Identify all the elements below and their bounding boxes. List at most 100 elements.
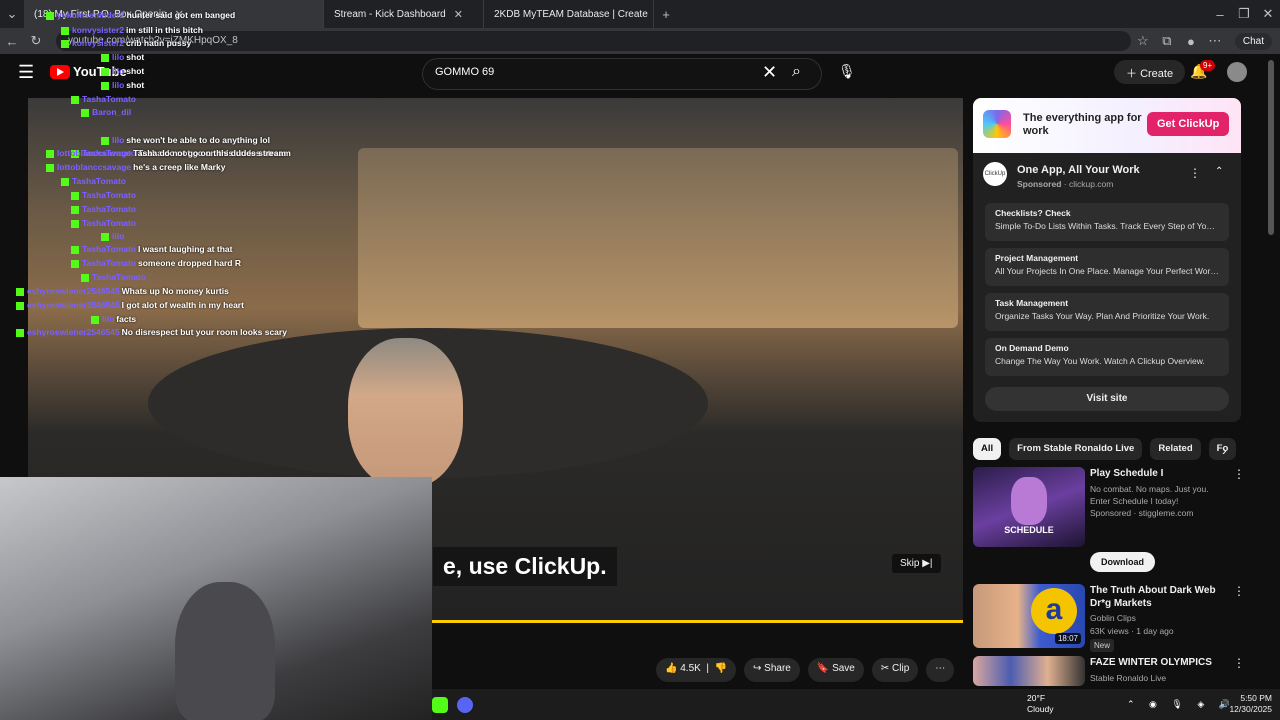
ad-menu-icon[interactable]: ⋮ [1189, 166, 1201, 180]
sponsored-label: Sponsored [1017, 179, 1062, 189]
chat-username: lottoblanccsavage [57, 148, 132, 158]
copilot-chat-button[interactable]: Chat [1234, 32, 1272, 50]
video-thumbnail[interactable] [973, 656, 1085, 686]
search-icon[interactable]: ⌕ [792, 63, 801, 81]
sitelink-title: On Demand Demo [995, 343, 1069, 353]
video-thumbnail[interactable]: a 18:07 [973, 584, 1085, 648]
chat-message: lilo facts [91, 314, 136, 326]
ad-banner[interactable]: The everything app for work Get ClickUp [973, 98, 1241, 153]
chat-username: lilo [112, 66, 125, 76]
video-frame-person [348, 338, 463, 488]
kick-badge-icon [71, 219, 79, 228]
chip-channel[interactable]: From Stable Ronaldo Live [1009, 438, 1143, 460]
chat-username: eshyroswiener2546545 [27, 286, 120, 296]
ad-sitelink[interactable]: Task Management Organize Tasks Your Way.… [985, 293, 1229, 331]
more-options-icon[interactable]: ⋮ [1233, 656, 1245, 670]
page-scrollbar[interactable] [1268, 60, 1274, 235]
menu-icon[interactable]: ⋯ [1203, 33, 1227, 49]
chat-message: eshyroswiener2546545 Whats up No money ku… [16, 286, 229, 298]
create-button[interactable]: ＋ Create [1114, 60, 1186, 84]
ad-domain: clickup.com [1068, 179, 1114, 189]
recommendation-title[interactable]: Play Schedule I [1090, 467, 1230, 480]
star-icon[interactable]: ☆ [1131, 33, 1155, 49]
new-tab-icon[interactable]: + [654, 7, 678, 22]
get-clickup-button[interactable]: Get ClickUp [1147, 112, 1230, 136]
thumbnail-character [1011, 477, 1047, 525]
ad-title[interactable]: One App, All Your Work [1017, 164, 1140, 176]
profile-icon[interactable]: ● [1179, 34, 1203, 49]
chat-text: shot [126, 52, 145, 62]
chat-username: lottoblanccsavage [57, 162, 132, 172]
download-button[interactable]: Download [1090, 552, 1155, 572]
chat-message: lilo shot [101, 80, 144, 92]
chat-username: konvysister2 [72, 25, 124, 35]
chat-message: Baron_dil [81, 107, 133, 119]
extensions-icon[interactable]: ⧉ [1155, 33, 1179, 49]
chat-username: TashaTomato [82, 94, 136, 104]
share-button[interactable]: ↪ Share [743, 658, 800, 682]
skip-ad-button[interactable]: Skip ▶| [892, 554, 941, 573]
chat-username: TashaTomato [82, 190, 136, 200]
more-options-icon[interactable]: ⋮ [1233, 584, 1245, 598]
chat-message: lottoblanccsavage he's a creep like Marky [46, 162, 225, 174]
visit-site-button[interactable]: Visit site [985, 387, 1229, 411]
chat-username: Baron_dil [92, 107, 132, 117]
recommendation-title[interactable]: The Truth About Dark Web Dr*g Markets [1090, 584, 1230, 610]
tab-kick-dashboard[interactable]: Stream - Kick Dashboard ✕ [324, 0, 484, 28]
close-icon[interactable]: ✕ [454, 8, 463, 21]
video-thumbnail[interactable]: SCHEDULE [973, 467, 1085, 547]
chat-text: Whats up No money kurtis [121, 286, 229, 296]
more-actions-icon[interactable]: ⋯ [926, 658, 955, 682]
minimize-icon[interactable]: – [1208, 7, 1232, 22]
recommendation-item[interactable]: a 18:07 The Truth About Dark Web Dr*g Ma… [973, 584, 1245, 652]
discord-app-icon[interactable] [457, 697, 473, 713]
system-tray[interactable]: ⌃ ◉ 🎙 ◈ 🔊 [1127, 699, 1236, 710]
chevron-right-icon[interactable]: › [1222, 442, 1227, 458]
recommendation-item[interactable]: SCHEDULE Play Schedule I No combat. No m… [973, 467, 1245, 577]
tab-2kdb[interactable]: 2KDB MyTEAM Database | Create ✕ [484, 0, 654, 28]
chip-all[interactable]: All [973, 438, 1002, 460]
maximize-icon[interactable]: ❐ [1232, 6, 1256, 22]
webcam-overlay [0, 477, 432, 720]
clock-time: 5:50 PM [1240, 693, 1272, 703]
clip-button[interactable]: ✂ Clip [871, 658, 919, 682]
dislike-icon[interactable]: 👎 [715, 663, 727, 674]
kick-badge-icon [61, 177, 69, 186]
chat-text: Tasha do not go on this dudes stream [133, 148, 287, 158]
kick-badge-icon [46, 163, 54, 172]
sitelink-title: Checklists? Check [995, 208, 1071, 218]
kick-app-icon[interactable] [432, 697, 448, 713]
ad-sitelink[interactable]: On Demand Demo Change The Way You Work. … [985, 338, 1229, 376]
kick-badge-icon [16, 287, 24, 296]
recommendation-title[interactable]: FAZE WINTER OLYMPICS [1090, 656, 1230, 669]
clear-search-icon[interactable]: ✕ [762, 62, 777, 83]
chevron-up-icon[interactable]: ⌃ [1215, 166, 1223, 177]
chat-username: TashaTomato [82, 258, 136, 268]
recommendation-item[interactable]: FAZE WINTER OLYMPICS Stable Ronaldo Live… [973, 656, 1245, 686]
more-options-icon[interactable]: ⋮ [1233, 467, 1245, 481]
weather-widget[interactable]: 20°F Cloudy [1027, 693, 1053, 715]
window-close-icon[interactable]: ✕ [1256, 6, 1280, 22]
chip-related[interactable]: Related [1150, 438, 1201, 460]
channel-name[interactable]: Goblin Clips [1090, 612, 1230, 624]
tab-label: Stream - Kick Dashboard [334, 8, 446, 20]
save-button[interactable]: 🔖 Save [807, 658, 864, 682]
chat-username: TashaTomato [92, 272, 146, 282]
sitelink-desc: All Your Projects In One Place. Manage Y… [995, 266, 1219, 276]
chat-message: TashaTomato [71, 190, 138, 202]
channel-name[interactable]: Stable Ronaldo Live [1090, 672, 1230, 684]
chat-text: shot [126, 66, 145, 76]
ad-sitelink[interactable]: Checklists? Check Simple To-Do Lists Wit… [985, 203, 1229, 241]
ad-tagline: The everything app for work [1023, 112, 1142, 137]
like-button[interactable]: 👍 4.5K | 👎 [656, 658, 736, 682]
kick-badge-icon [71, 95, 79, 104]
microphone-icon[interactable]: 🎙 [838, 63, 856, 80]
chat-text: shot [126, 80, 145, 90]
chat-message: TashaTomato [71, 94, 138, 106]
chat-text: facts [116, 314, 137, 324]
ad-sitelink[interactable]: Project Management All Your Projects In … [985, 248, 1229, 286]
taskbar-clock[interactable]: 5:50 PM 12/30/2025 [1229, 693, 1272, 715]
chat-username: konvysister2 [72, 38, 124, 48]
account-avatar[interactable] [1227, 62, 1247, 82]
kick-badge-icon [91, 315, 99, 324]
